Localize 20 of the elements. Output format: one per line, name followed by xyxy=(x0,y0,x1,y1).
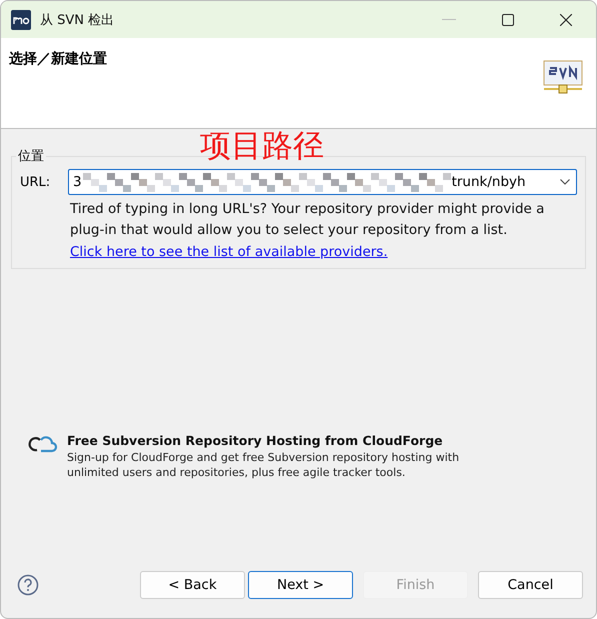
url-text: 3 xyxy=(73,174,82,190)
providers-link[interactable]: Click here to see the list of available providers. xyxy=(70,244,388,260)
dialog-button[interactable]: Next > xyxy=(248,571,353,599)
dialog-button[interactable]: < Back xyxy=(140,571,245,599)
dropdown-caret-icon[interactable] xyxy=(560,179,570,185)
maximize-icon[interactable] xyxy=(502,14,514,26)
url-label: URL: xyxy=(20,174,52,190)
page-title: 选择／新建位置 xyxy=(9,50,107,68)
hint-text: Tired of typing in long URL's? Your repository provider might provide a plug-in that would allow you to select your repository from a list. xyxy=(70,200,546,240)
promo-title[interactable]: Free Subversion Repository Hosting from CloudForge xyxy=(67,433,467,448)
app-icon xyxy=(11,10,31,30)
help-icon[interactable] xyxy=(17,574,39,596)
group-legend: 位置 xyxy=(16,147,46,165)
promo-text: Sign-up for CloudForge and get free Subversion repository hosting with unlimited users and repositories, plus free agile tracker tools. xyxy=(67,450,460,480)
annotation-text: 项目路径 xyxy=(200,127,324,166)
close-icon[interactable] xyxy=(560,14,572,26)
url-combobox[interactable]: 3 trunk/nbyh xyxy=(68,169,577,195)
window-title: 从 SVN 检出 xyxy=(40,12,114,28)
url-text: trunk/nbyh xyxy=(452,174,526,190)
dialog-button[interactable]: Cancel xyxy=(478,571,583,599)
